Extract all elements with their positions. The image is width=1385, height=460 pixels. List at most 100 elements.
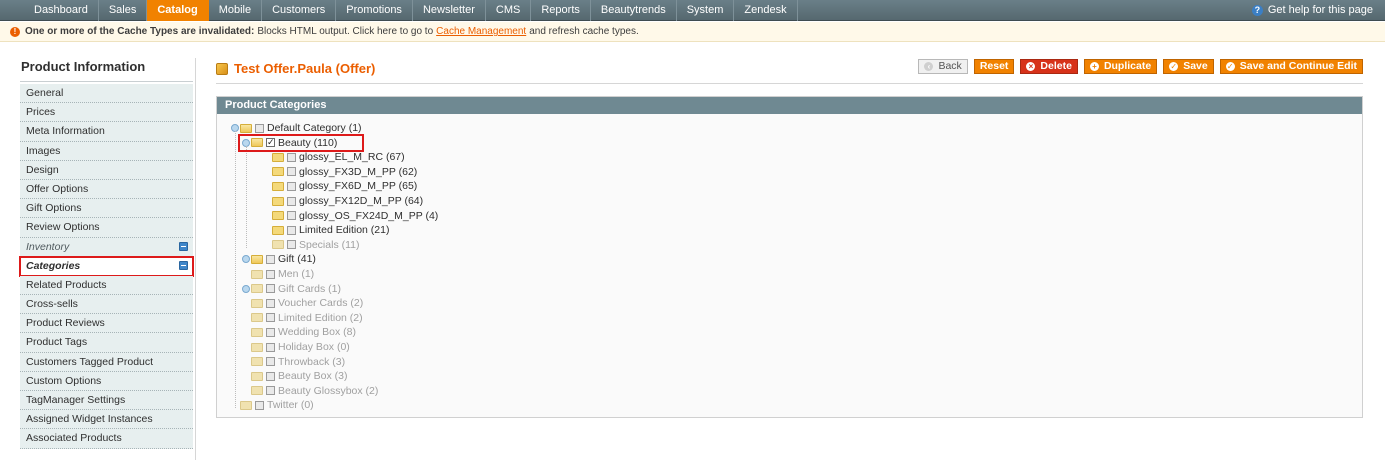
sidebar-item-product-reviews[interactable]: Product Reviews bbox=[20, 314, 193, 334]
sidebar-item-review-options[interactable]: Review Options bbox=[20, 218, 193, 238]
folder-icon bbox=[272, 181, 284, 191]
sidebar-item-custom-options[interactable]: Custom Options bbox=[20, 371, 193, 391]
tree-node[interactable]: Gift (41) bbox=[242, 252, 316, 266]
sidebar-item-tagmanager-settings[interactable]: TagManager Settings bbox=[20, 391, 193, 411]
tree-node[interactable]: Beauty Glossybox (2) bbox=[242, 384, 378, 398]
save-and-continue-button[interactable]: ✓ Save and Continue Edit bbox=[1219, 59, 1363, 74]
sidebar-item-offer-options[interactable]: Offer Options bbox=[20, 179, 193, 200]
sidebar-item-inventory[interactable]: Inventory bbox=[20, 237, 193, 257]
back-button[interactable]: ‹ Back bbox=[918, 59, 968, 74]
tree-node[interactable]: Limited Edition (21) bbox=[263, 223, 389, 237]
folder-icon bbox=[251, 386, 263, 396]
tree-node[interactable]: Men (1) bbox=[242, 267, 314, 281]
category-checkbox[interactable] bbox=[287, 167, 296, 177]
help-label: Get help for this page bbox=[1267, 4, 1373, 16]
nav-item-sales[interactable]: Sales bbox=[99, 0, 148, 21]
save-button[interactable]: ✓ Save bbox=[1163, 59, 1214, 74]
folder-icon bbox=[251, 371, 263, 381]
nav-item-dashboard[interactable]: Dashboard bbox=[24, 0, 99, 21]
notice-bold-text: One or more of the Cache Types are inval… bbox=[25, 26, 255, 37]
expand-toggle-icon[interactable] bbox=[242, 255, 250, 264]
category-checkbox[interactable] bbox=[266, 327, 275, 337]
cache-management-link[interactable]: Cache Management bbox=[436, 22, 526, 41]
category-checkbox[interactable] bbox=[266, 313, 275, 323]
product-box-icon bbox=[216, 62, 228, 75]
sidebar-item-assigned-widget-instances[interactable]: Assigned Widget Instances bbox=[20, 410, 193, 430]
tree-node[interactable]: Throwback (3) bbox=[242, 355, 345, 369]
nav-item-newsletter[interactable]: Newsletter bbox=[413, 0, 486, 21]
tree-node[interactable]: glossy_EL_M_RC (67) bbox=[263, 150, 405, 164]
sidebar-item-images[interactable]: Images bbox=[20, 141, 193, 161]
sidebar-item-cross-sells[interactable]: Cross-sells bbox=[20, 295, 193, 315]
nav-item-cms[interactable]: CMS bbox=[486, 0, 532, 21]
sidebar-item-general[interactable]: General bbox=[20, 84, 193, 104]
category-checkbox[interactable] bbox=[287, 181, 296, 191]
expand-toggle-icon[interactable] bbox=[242, 284, 250, 293]
sidebar-item-label: Related Products bbox=[26, 278, 107, 291]
nav-item-catalog[interactable]: Catalog bbox=[147, 0, 209, 21]
delete-button[interactable]: × Delete bbox=[1020, 59, 1078, 74]
category-checkbox[interactable] bbox=[266, 386, 275, 396]
help-link[interactable]: ? Get help for this page bbox=[1251, 0, 1373, 21]
sidebar-item-related-products[interactable]: Related Products bbox=[20, 275, 193, 296]
tree-node[interactable]: Limited Edition (2) bbox=[242, 311, 363, 325]
tree-node[interactable]: glossy_FX6D_M_PP (65) bbox=[263, 179, 417, 193]
tree-node[interactable]: glossy_OS_FX24D_M_PP (4) bbox=[263, 209, 438, 223]
tree-node[interactable]: Voucher Cards (2) bbox=[242, 296, 363, 310]
category-checkbox[interactable] bbox=[266, 371, 275, 381]
category-checkbox[interactable] bbox=[255, 400, 264, 410]
category-checkbox[interactable] bbox=[266, 342, 275, 352]
tree-node[interactable]: Wedding Box (8) bbox=[242, 325, 356, 339]
product-info-sidebar: Product Information General Prices Meta In… bbox=[19, 58, 194, 449]
nav-item-customers[interactable]: Customers bbox=[262, 0, 337, 21]
tree-node[interactable]: Gift Cards (1) bbox=[242, 282, 341, 296]
category-checkbox[interactable] bbox=[255, 123, 264, 133]
sidebar-item-label: General bbox=[26, 87, 64, 99]
category-checkbox[interactable] bbox=[287, 240, 296, 250]
tree-node[interactable]: Twitter (0) bbox=[231, 398, 314, 412]
category-checkbox[interactable] bbox=[266, 284, 275, 294]
nav-item-zendesk[interactable]: Zendesk bbox=[734, 0, 798, 21]
nav-item-reports[interactable]: Reports bbox=[531, 0, 591, 21]
tree-node[interactable]: Specials (11) bbox=[263, 238, 360, 252]
tree-node[interactable]: glossy_FX3D_M_PP (62) bbox=[263, 165, 417, 179]
sidebar-item-customers-tagged-product[interactable]: Customers Tagged Product bbox=[20, 352, 193, 372]
category-label: glossy_FX6D_M_PP (65) bbox=[299, 180, 418, 193]
sidebar-item-categories[interactable]: Categories bbox=[19, 255, 194, 277]
tree-node[interactable]: glossy_FX12D_M_PP (64) bbox=[263, 194, 423, 208]
back-arrow-icon: ‹ bbox=[924, 62, 934, 71]
tree-node[interactable]: Beauty Box (3) bbox=[242, 369, 347, 383]
nav-item-mobile[interactable]: Mobile bbox=[209, 0, 263, 21]
category-checkbox[interactable] bbox=[287, 211, 296, 221]
notice-text: Blocks HTML output. Click here to go to bbox=[257, 26, 434, 37]
category-checkbox[interactable] bbox=[287, 196, 296, 206]
sidebar-item-design[interactable]: Design bbox=[20, 160, 193, 180]
sidebar-item-prices[interactable]: Prices bbox=[20, 103, 193, 123]
folder-icon bbox=[272, 196, 284, 206]
nav-item-beautytrends[interactable]: Beautytrends bbox=[591, 0, 677, 21]
category-checkbox[interactable] bbox=[266, 357, 275, 367]
category-label: Specials (11) bbox=[299, 238, 360, 251]
folder-icon bbox=[251, 313, 263, 323]
category-checkbox[interactable] bbox=[287, 152, 296, 162]
sidebar-item-associated-products[interactable]: Associated Products bbox=[20, 429, 193, 449]
category-checkbox[interactable] bbox=[266, 254, 275, 264]
save-label: Save bbox=[1183, 60, 1208, 72]
nav-item-promotions[interactable]: Promotions bbox=[336, 0, 413, 21]
sidebar-item-meta-information[interactable]: Meta Information bbox=[20, 122, 193, 142]
disk-icon bbox=[179, 260, 188, 270]
sidebar-item-label: Cross-sells bbox=[26, 298, 78, 311]
tree-node[interactable]: Holiday Box (0) bbox=[242, 340, 350, 354]
category-checkbox[interactable] bbox=[287, 225, 296, 235]
page-title-text: Test Offer.Paula (Offer) bbox=[234, 61, 376, 76]
sidebar-item-product-tags[interactable]: Product Tags bbox=[20, 333, 193, 353]
nav-item-system[interactable]: System bbox=[677, 0, 735, 21]
category-label: Men (1) bbox=[278, 268, 315, 280]
duplicate-button[interactable]: + Duplicate bbox=[1083, 59, 1158, 74]
sidebar-item-gift-options[interactable]: Gift Options bbox=[20, 199, 193, 219]
category-checkbox[interactable] bbox=[266, 298, 275, 308]
reset-button[interactable]: Reset bbox=[973, 59, 1015, 74]
category-label: Gift (41) bbox=[278, 253, 316, 266]
category-checkbox[interactable] bbox=[266, 269, 275, 279]
folder-icon bbox=[272, 167, 284, 177]
